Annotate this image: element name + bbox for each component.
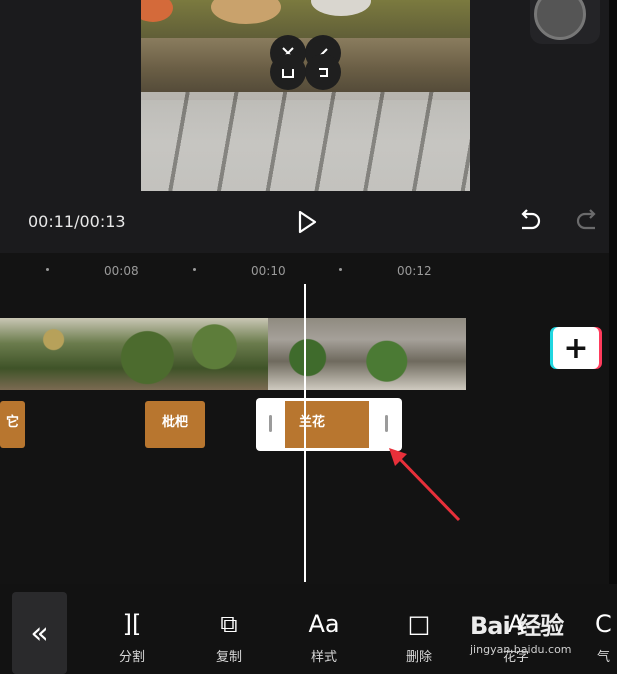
playhead[interactable]: [304, 284, 306, 582]
delete-tool[interactable]: □ 删除: [389, 608, 449, 665]
redo-icon[interactable]: [575, 208, 601, 234]
delete-label: 删除: [405, 650, 432, 665]
ruler-label: 00:10: [251, 264, 286, 278]
time-display: 00:11/00:13: [28, 212, 126, 231]
trim-handle-left[interactable]: [269, 415, 272, 432]
video-track[interactable]: [0, 318, 466, 390]
undo-icon[interactable]: [516, 208, 542, 234]
trim-handle-right[interactable]: [385, 415, 388, 432]
record-knob: [534, 0, 586, 40]
delete-icon: □: [407, 610, 431, 638]
text-tag[interactable]: 枇杷: [145, 401, 205, 448]
watermark-brand: Bai 经验: [470, 612, 564, 640]
split-label: 分割: [118, 650, 145, 665]
text-tag[interactable]: 它: [0, 401, 25, 448]
video-scene-pot: [141, 0, 173, 22]
selected-text-tag-label: 兰花: [285, 401, 369, 448]
record-button[interactable]: [530, 0, 600, 44]
watermark-url: jingyan.baidu.com: [470, 643, 572, 656]
copy-overlay-button[interactable]: [270, 54, 306, 90]
ruler-tick: [339, 268, 342, 271]
ruler-label: 00:12: [397, 264, 432, 278]
rotate-overlay-button[interactable]: [305, 54, 341, 90]
video-clip-loquat[interactable]: [0, 318, 268, 390]
watermark: Bai 经验 jingyan.baidu.com: [470, 606, 590, 656]
add-clip-button[interactable]: +: [553, 327, 599, 369]
copy-icon: [282, 69, 294, 78]
style-tool[interactable]: Aa 样式: [294, 608, 354, 665]
video-clip-orchid[interactable]: [268, 318, 466, 390]
video-preview-frame[interactable]: [141, 0, 470, 191]
rotate-icon: [319, 68, 328, 77]
copy-tool[interactable]: ⧉ 复制: [199, 608, 259, 665]
text-style-icon: Aa: [308, 610, 340, 638]
split-icon: ][: [122, 610, 142, 638]
copy-label: 复制: [215, 650, 242, 665]
back-button[interactable]: «: [12, 592, 67, 674]
split-tool[interactable]: ][ 分割: [102, 608, 162, 665]
ruler-tick: [46, 268, 49, 271]
copy-icon: ⧉: [220, 610, 238, 638]
play-icon[interactable]: [294, 209, 320, 235]
selected-text-tag[interactable]: 兰花: [256, 398, 402, 451]
ruler-label: 00:08: [104, 264, 139, 278]
video-scene-pot: [211, 0, 281, 24]
annotation-arrow: [389, 448, 461, 522]
ruler-tick: [193, 268, 196, 271]
video-scene-floor: [141, 92, 470, 191]
video-scene-pot: [311, 0, 371, 16]
style-label: 样式: [310, 650, 337, 665]
